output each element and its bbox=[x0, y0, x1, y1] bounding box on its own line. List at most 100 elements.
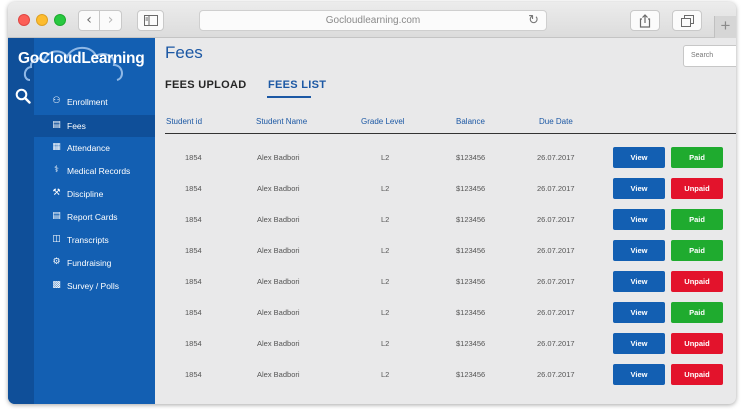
view-button[interactable]: View bbox=[613, 364, 665, 385]
table-row: 1854 Alex Badbori L2 $123456 26.07.2017 View U… bbox=[165, 271, 736, 302]
table-row: 1854 Alex Badbori L2 $123456 26.07.2017 View P… bbox=[165, 147, 736, 178]
cell-balance: $123456 bbox=[456, 370, 486, 379]
unpaid-button[interactable]: Unpaid bbox=[671, 271, 723, 292]
column-header-student-id[interactable]: Student id bbox=[166, 117, 202, 126]
sidebar-item-fundraising[interactable]: ⚙ Fundraising bbox=[34, 252, 155, 274]
tab-fees-upload[interactable]: FEES UPLOAD bbox=[165, 79, 247, 91]
sidebar-item-enrollment[interactable]: ⚇ Enrollment bbox=[34, 91, 155, 113]
cell-balance: $123456 bbox=[456, 308, 486, 317]
address-bar[interactable]: Gocloudlearning.com ↻ bbox=[199, 10, 547, 31]
column-header-grade-level[interactable]: Grade Level bbox=[361, 117, 405, 126]
cell-grade-level: L2 bbox=[381, 370, 390, 379]
sidebar-item-label: Fundraising bbox=[67, 258, 112, 268]
view-button[interactable]: View bbox=[613, 333, 665, 354]
table-row: 1854 Alex Badbori L2 $123456 26.07.2017 View U… bbox=[165, 178, 736, 209]
cell-grade-level: L2 bbox=[381, 215, 390, 224]
table-row: 1854 Alex Badbori L2 $123456 26.07.2017 View P… bbox=[165, 240, 736, 271]
sidebar-item-label: Fees bbox=[67, 121, 86, 131]
cell-student-id: 1854 bbox=[185, 308, 202, 317]
cell-student-name: Alex Badbori bbox=[257, 215, 300, 224]
cell-student-id: 1854 bbox=[185, 184, 202, 193]
unpaid-button[interactable]: Unpaid bbox=[671, 178, 723, 199]
cell-grade-level: L2 bbox=[381, 277, 390, 286]
column-header-balance[interactable]: Balance bbox=[456, 117, 485, 126]
sidebar-item-discipline[interactable]: ⚒ Discipline bbox=[34, 183, 155, 205]
sidebar-item-attendance[interactable]: ▦ Attendance bbox=[34, 137, 155, 159]
sidebar-item-transcripts[interactable]: ◫ Transcripts bbox=[34, 229, 155, 251]
search-icon[interactable] bbox=[15, 88, 31, 104]
url-text: Gocloudlearning.com bbox=[325, 15, 421, 26]
cell-balance: $123456 bbox=[456, 339, 486, 348]
sidebar-item-label: Survey / Polls bbox=[67, 281, 119, 291]
view-button[interactable]: View bbox=[613, 302, 665, 323]
unpaid-button[interactable]: Unpaid bbox=[671, 333, 723, 354]
view-button[interactable]: View bbox=[613, 271, 665, 292]
report-icon: ▤ bbox=[52, 211, 61, 221]
close-window-button[interactable] bbox=[18, 14, 30, 26]
column-header-student-name[interactable]: Student Name bbox=[256, 117, 307, 126]
sidebar-item-medical-records[interactable]: ⚕ Medical Records bbox=[34, 160, 155, 182]
gavel-icon: ⚒ bbox=[52, 188, 61, 198]
browser-window: ‹ › Gocloudlearning.com ↻ + GoCloudLearn… bbox=[8, 2, 736, 404]
cell-balance: $123456 bbox=[456, 277, 486, 286]
cell-grade-level: L2 bbox=[381, 153, 390, 162]
paid-button[interactable]: Paid bbox=[671, 302, 723, 323]
cell-grade-level: L2 bbox=[381, 246, 390, 255]
cell-student-id: 1854 bbox=[185, 246, 202, 255]
paid-button[interactable]: Paid bbox=[671, 209, 723, 230]
page-title: Fees bbox=[165, 43, 203, 62]
view-button[interactable]: View bbox=[613, 209, 665, 230]
tab-overview-button[interactable] bbox=[672, 10, 702, 31]
view-button[interactable]: View bbox=[613, 240, 665, 261]
logo-text[interactable]: GoCloudLearning bbox=[18, 50, 153, 68]
minimize-window-button[interactable] bbox=[36, 14, 48, 26]
zoom-window-button[interactable] bbox=[54, 14, 66, 26]
table-row: 1854 Alex Badbori L2 $123456 26.07.2017 View U… bbox=[165, 333, 736, 364]
cell-balance: $123456 bbox=[456, 246, 486, 255]
people-icon: ⚇ bbox=[52, 96, 61, 106]
cell-due-date: 26.07.2017 bbox=[537, 215, 575, 224]
table-header-divider bbox=[165, 133, 736, 134]
cell-due-date: 26.07.2017 bbox=[537, 277, 575, 286]
new-tab-button[interactable]: + bbox=[714, 16, 736, 38]
paid-button[interactable]: Paid bbox=[671, 147, 723, 168]
sidebar-item-label: Transcripts bbox=[67, 235, 109, 245]
stethoscope-icon: ⚕ bbox=[54, 165, 59, 175]
cell-student-id: 1854 bbox=[185, 277, 202, 286]
cell-due-date: 26.07.2017 bbox=[537, 153, 575, 162]
cell-student-name: Alex Badbori bbox=[257, 246, 300, 255]
sidebar-toggle-button[interactable] bbox=[137, 10, 164, 31]
back-button[interactable]: ‹ bbox=[78, 10, 100, 31]
reload-icon[interactable]: ↻ bbox=[528, 11, 539, 30]
cell-student-id: 1854 bbox=[185, 339, 202, 348]
view-button[interactable]: View bbox=[613, 147, 665, 168]
cell-balance: $123456 bbox=[456, 184, 486, 193]
sidebar-item-label: Enrollment bbox=[67, 97, 108, 107]
browser-toolbar: ‹ › Gocloudlearning.com ↻ + bbox=[8, 2, 736, 38]
cell-due-date: 26.07.2017 bbox=[537, 184, 575, 193]
cell-grade-level: L2 bbox=[381, 308, 390, 317]
unpaid-button[interactable]: Unpaid bbox=[671, 364, 723, 385]
view-button[interactable]: View bbox=[613, 178, 665, 199]
sidebar-item-fees[interactable]: ▤ Fees bbox=[34, 115, 155, 137]
paid-button[interactable]: Paid bbox=[671, 240, 723, 261]
search-input[interactable]: Search bbox=[683, 45, 736, 67]
cell-balance: $123456 bbox=[456, 215, 486, 224]
column-header-due-date[interactable]: Due Date bbox=[539, 117, 573, 126]
cell-student-id: 1854 bbox=[185, 370, 202, 379]
cell-grade-level: L2 bbox=[381, 339, 390, 348]
tab-fees-list[interactable]: FEES LIST bbox=[268, 79, 326, 91]
poll-icon: ▩ bbox=[52, 280, 61, 290]
forward-button[interactable]: › bbox=[100, 10, 122, 31]
cell-student-name: Alex Badbori bbox=[257, 277, 300, 286]
card-icon: ▤ bbox=[52, 120, 61, 130]
sidebar-item-survey-polls[interactable]: ▩ Survey / Polls bbox=[34, 275, 155, 297]
fundraising-icon: ⚙ bbox=[52, 257, 61, 267]
cell-student-name: Alex Badbori bbox=[257, 308, 300, 317]
sidebar-item-report-cards[interactable]: ▤ Report Cards bbox=[34, 206, 155, 228]
cell-student-name: Alex Badbori bbox=[257, 339, 300, 348]
share-button[interactable] bbox=[630, 10, 660, 31]
active-tab-indicator bbox=[267, 96, 311, 98]
cell-grade-level: L2 bbox=[381, 184, 390, 193]
cell-due-date: 26.07.2017 bbox=[537, 339, 575, 348]
